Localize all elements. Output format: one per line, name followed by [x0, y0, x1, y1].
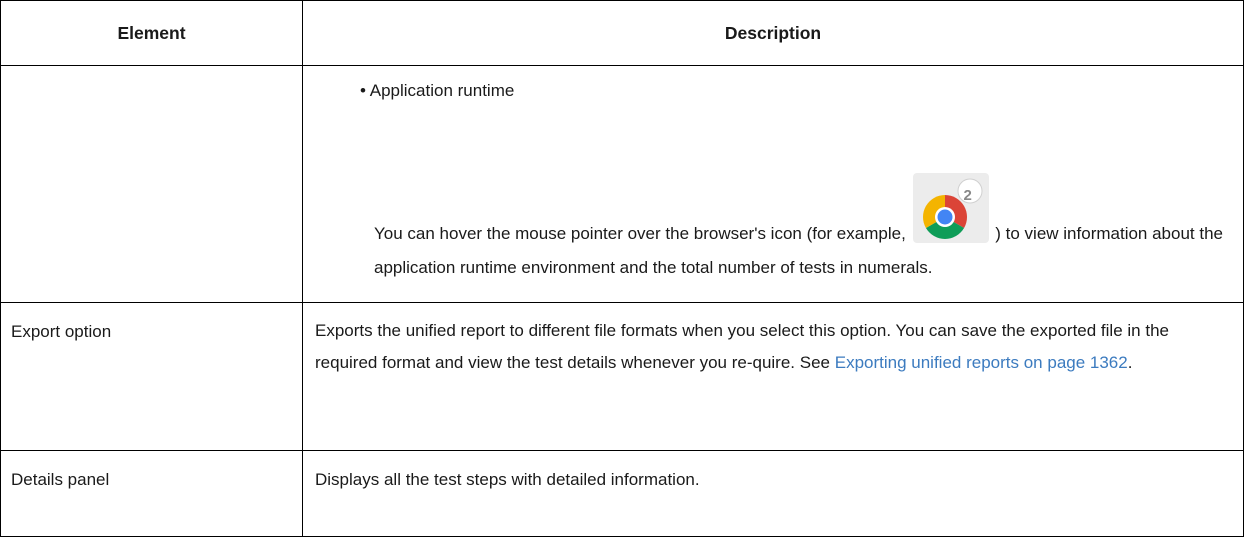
badge-count: 2 — [963, 187, 972, 204]
elements-table: Element Description • Application runtim… — [0, 0, 1244, 537]
column-header-description: Description — [302, 0, 1244, 66]
table-row: Details panel Displays all the test step… — [0, 450, 1244, 537]
description-cell: Exports the unified report to different … — [302, 302, 1244, 451]
export-description-end: . — [1127, 353, 1133, 372]
table-header-row: Element Description — [0, 0, 1244, 66]
chrome-browser-icon: 2 — [912, 173, 989, 243]
bullet-item-application-runtime: • Application runtime — [360, 81, 515, 100]
details-panel-description: Displays all the test steps with detaile… — [315, 470, 700, 489]
element-details-panel: Details panel — [11, 470, 110, 489]
export-description: Exports the unified report to different … — [303, 303, 1243, 379]
hover-instructions-paragraph: You can hover the mouse pointer over the… — [374, 173, 1234, 285]
element-cell: Export option — [0, 302, 303, 451]
column-header-element: Element — [0, 0, 303, 66]
element-cell — [0, 65, 303, 303]
table-row: • Application runtime You can hover the … — [0, 65, 1244, 303]
description-cell: Displays all the test steps with detaile… — [302, 450, 1244, 537]
element-export-option: Export option — [11, 322, 112, 341]
description-cell: • Application runtime You can hover the … — [302, 65, 1244, 303]
hover-text-before: You can hover the mouse pointer over the… — [374, 224, 906, 243]
element-cell: Details panel — [0, 450, 303, 537]
table-row: Export option Exports the unified report… — [0, 302, 1244, 451]
exporting-unified-reports-link[interactable]: Exporting unified reports on page 1362 — [835, 353, 1128, 372]
